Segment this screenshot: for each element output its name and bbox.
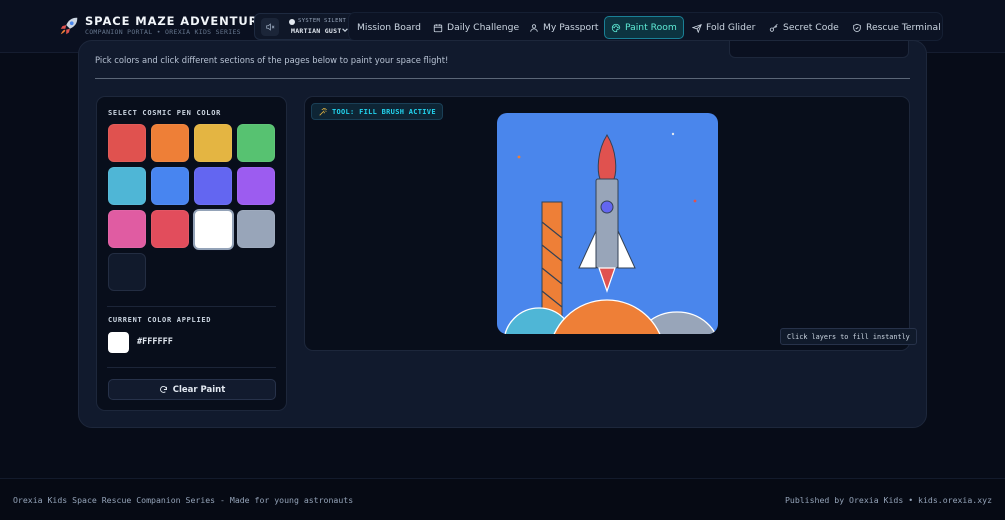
swatch-red[interactable] [108, 124, 146, 162]
system-status-pill[interactable]: SYSTEM SILENT MARTIAN GUST [254, 13, 356, 40]
mute-button[interactable] [261, 18, 279, 36]
swatch-dark[interactable] [108, 253, 146, 291]
main-nav: Mission Board Daily Challenge My Passpor… [348, 12, 943, 41]
nav-label: Rescue Terminal [866, 22, 941, 33]
redo-icon [159, 386, 167, 393]
clear-paint-label: Clear Paint [172, 384, 226, 395]
nav-label: Fold Glider [706, 22, 756, 33]
rocket-body-layer [595, 178, 619, 269]
footer-publisher: Published by Orexia Kids • kids.orexia.x… [784, 495, 992, 505]
divider [95, 78, 910, 79]
dropdown-edge [729, 41, 909, 58]
brand-subtitle: COMPANION PORTAL • OREXIA KIDS SERIES [85, 28, 241, 36]
nav-label: My Passport [543, 22, 599, 33]
palette-title: SELECT COSMIC PEN COLOR [108, 109, 222, 117]
nav-item-rescue-terminal[interactable]: Rescue Terminal [846, 16, 947, 39]
nav-item-mission-board[interactable]: Mission Board [351, 16, 427, 39]
color-palette-card: SELECT COSMIC PEN COLOR CURRENT COLOR AP… [96, 96, 287, 411]
speaker-muted-icon [266, 23, 275, 31]
separator [107, 367, 276, 368]
swatch-purple[interactable] [237, 167, 275, 205]
paper-plane-icon [692, 23, 702, 33]
brand-title: SPACE MAZE ADVENTURE [85, 14, 268, 28]
paint-room-panel: Pick colors and click different sections… [78, 40, 927, 428]
current-color-hex: #FFFFFF [137, 337, 173, 347]
shield-icon [853, 23, 861, 32]
clear-paint-button[interactable]: Clear Paint [108, 379, 276, 400]
star [671, 132, 675, 136]
swatch-gray[interactable] [237, 210, 275, 248]
rocket-icon [60, 17, 78, 35]
swatch-green[interactable] [237, 124, 275, 162]
current-color-chip [108, 332, 129, 353]
nav-label: Paint Room [625, 22, 677, 33]
window-layer [600, 200, 614, 214]
nav-label: Daily Challenge [447, 22, 520, 33]
star [693, 199, 697, 203]
swatch-pink[interactable] [108, 210, 146, 248]
palette-icon [611, 23, 621, 32]
rocket-coloring-page[interactable] [497, 113, 718, 334]
nav-label: Secret Code [783, 22, 839, 33]
swatch-white[interactable] [193, 209, 234, 250]
swatch-indigo[interactable] [194, 167, 232, 205]
swatch-blue[interactable] [151, 167, 189, 205]
nav-item-paint-room[interactable]: Paint Room [604, 16, 684, 39]
tool-status-badge: TOOL: FILL BRUSH ACTIVE [311, 103, 443, 120]
nav-item-daily-challenge[interactable]: Daily Challenge [427, 16, 525, 39]
user-icon [530, 23, 538, 32]
swatch-orange[interactable] [151, 124, 189, 162]
nav-item-fold-glider[interactable]: Fold Glider [686, 16, 761, 39]
swatch-yellow[interactable] [194, 124, 232, 162]
status-user-name: MARTIAN GUST [291, 27, 342, 35]
tool-status-label: TOOL: FILL BRUSH ACTIVE [332, 107, 436, 116]
separator [107, 306, 276, 307]
nav-item-secret-code[interactable]: Secret Code [763, 16, 845, 39]
swatch-cyan[interactable] [108, 167, 146, 205]
fill-hint-badge: Click layers to fill instantly [780, 328, 917, 345]
page-footer: Orexia Kids Space Rescue Companion Serie… [0, 478, 1005, 520]
nav-label: Mission Board [357, 22, 421, 33]
calendar-icon [433, 23, 443, 32]
nav-item-my-passport[interactable]: My Passport [523, 16, 604, 39]
key-icon [769, 23, 778, 32]
star [517, 155, 521, 159]
current-color-label: CURRENT COLOR APPLIED [108, 316, 212, 324]
paint-canvas-card: TOOL: FILL BRUSH ACTIVE Click layers to … [304, 96, 917, 351]
swatch-rose[interactable] [151, 210, 189, 248]
instructions-text: Pick colors and click different sections… [95, 55, 449, 65]
status-label: SYSTEM SILENT [298, 18, 347, 24]
status-dot [289, 19, 295, 25]
magic-wand-icon [319, 107, 327, 116]
footer-credit: Orexia Kids Space Rescue Companion Serie… [13, 495, 354, 505]
